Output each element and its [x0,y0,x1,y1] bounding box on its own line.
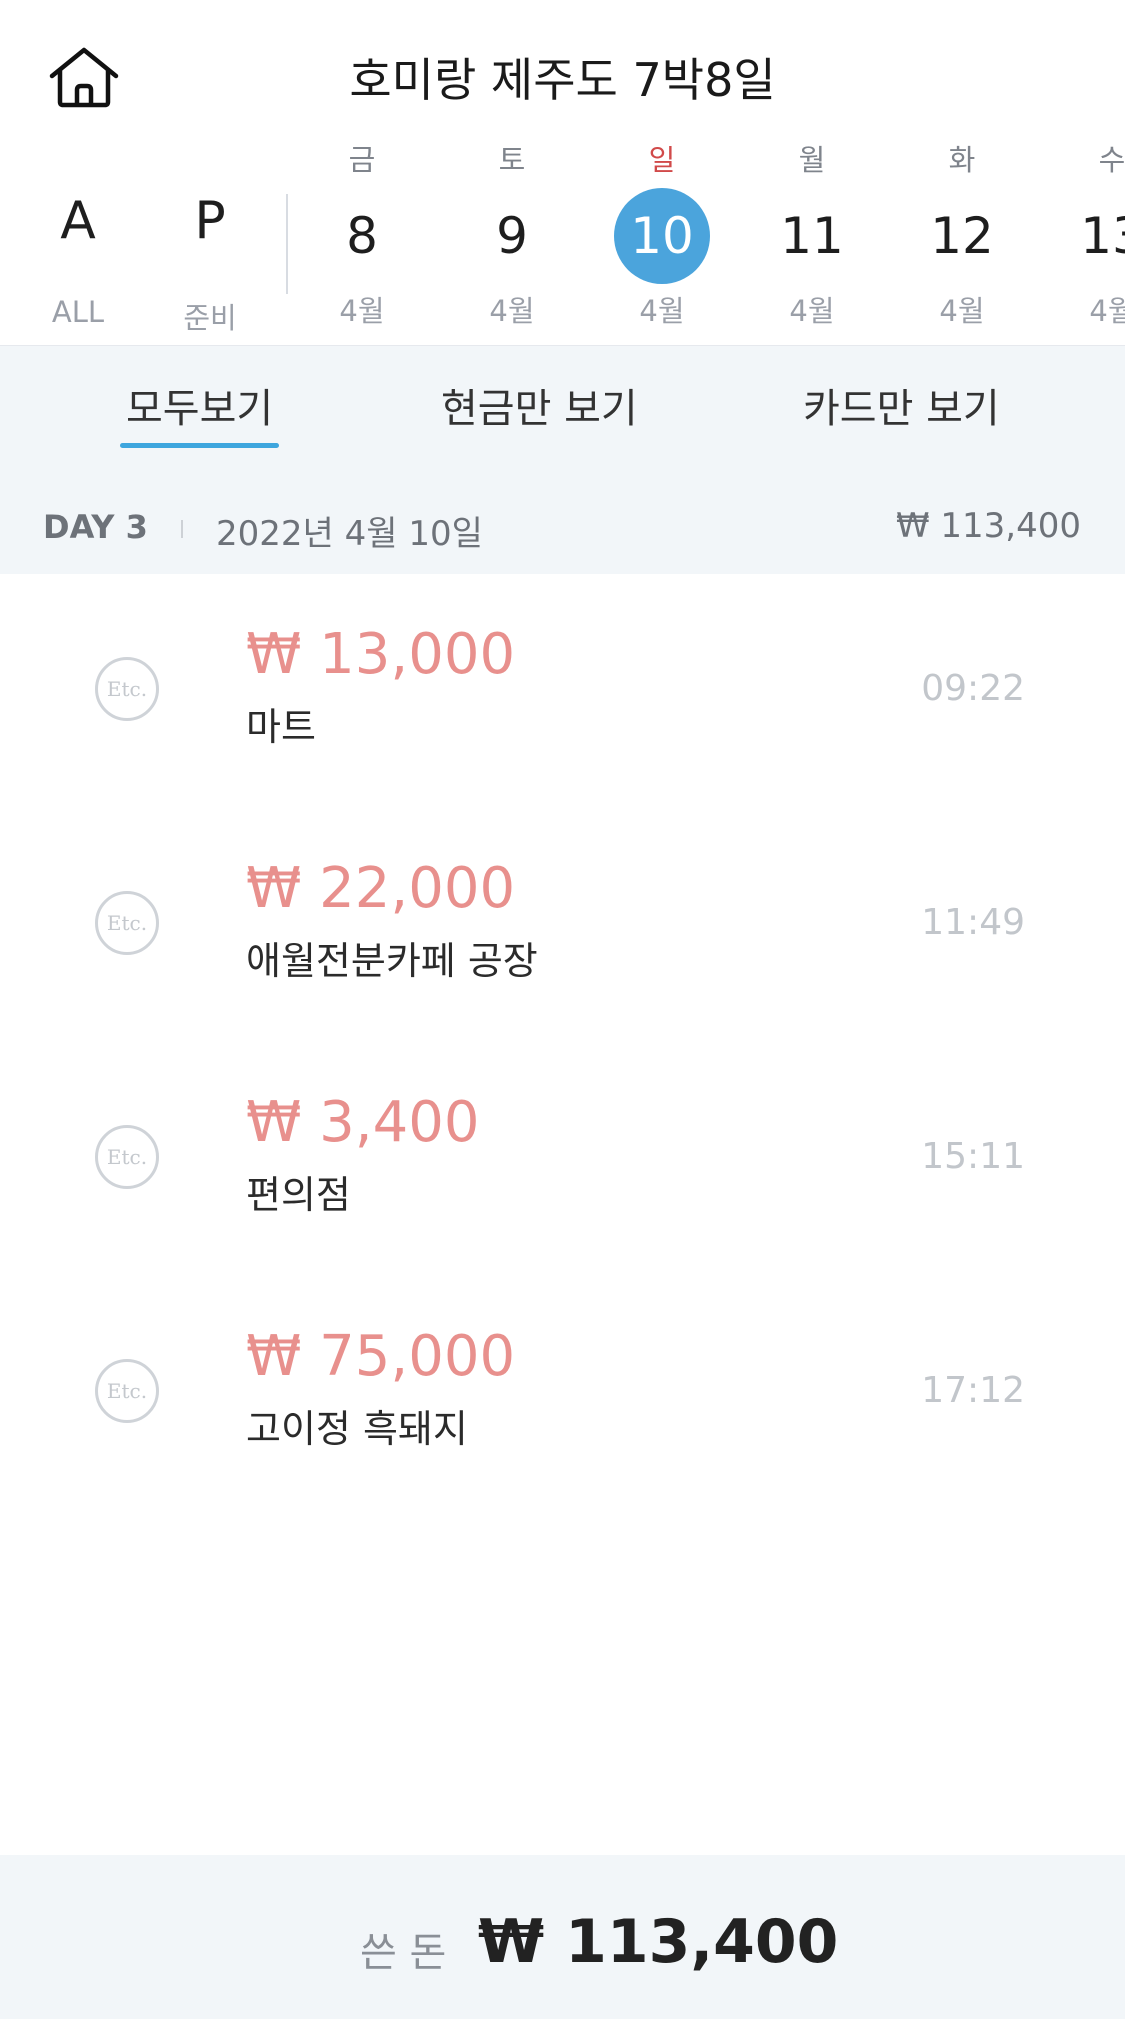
day-month: 4월 [939,294,985,328]
day-month: 4월 [639,294,685,328]
day-number: 10 [630,207,694,265]
day-number-wrap: 10 [614,188,710,284]
day-weekday: 토 [498,143,526,177]
spent-total: ₩ 113,400 [478,1907,839,1977]
day-item-10-selected[interactable]: 일 10 4월 [602,138,722,328]
day-weekday: 일 [648,143,676,177]
day-weekday: 화 [948,143,976,177]
day-label: DAY 3 [43,508,148,546]
expense-item[interactable]: Etc. ₩ 22,000 애월전분카페 공장 11:49 [0,836,1125,1016]
expense-place: 고이정 흑돼지 [246,1407,468,1451]
expense-place: 애월전분카페 공장 [246,939,538,983]
expense-item[interactable]: Etc. ₩ 13,000 마트 09:22 [0,602,1125,782]
day-number-wrap: 13 [1064,188,1125,284]
expense-item[interactable]: Etc. ₩ 75,000 고이정 흑돼지 17:12 [0,1304,1125,1484]
mode-all-letter: A [60,191,96,251]
day-item-13[interactable]: 수 13 4월 [1052,138,1125,338]
day-total: ₩ 113,400 [895,506,1081,546]
spent-label: 쓴 돈 [360,1930,447,1976]
day-item-9[interactable]: 토 9 4월 [452,138,572,328]
day-number-wrap: 8 [314,188,410,284]
mode-prep[interactable]: P 준비 [160,191,260,335]
filter-bar: 모두보기 현금만 보기 카드만 보기 [0,346,1125,478]
day-date: 2022년 4월 10일 [216,514,483,554]
expense-amount: ₩ 75,000 [246,1324,516,1389]
day-weekday: 금 [348,143,376,177]
tab-card-only[interactable]: 카드만 보기 [803,376,1000,446]
expense-item[interactable]: Etc. ₩ 3,400 편의점 15:11 [0,1070,1125,1250]
day-item-8[interactable]: 금 8 4월 [302,138,422,328]
day-number: 13 [1080,207,1125,265]
expense-amount: ₩ 13,000 [246,622,516,687]
day-number: 8 [346,207,378,265]
header: 호미랑 제주도 7박8일 A ALL P 준비 금 8 4월 토 9 4월 일 … [0,0,1125,346]
day-month: 4월 [789,294,835,328]
day-number: 9 [496,207,528,265]
expense-time: 15:11 [921,1136,1025,1177]
etc-category-icon: Etc. [95,891,159,955]
day-month: 4월 [489,294,535,328]
expense-time: 11:49 [921,902,1025,943]
spent-total-footer: 쓴 돈 ₩ 113,400 [0,1855,1125,2019]
day-weekday: 월 [798,143,826,177]
expense-place: 마트 [246,705,316,749]
day-summary-row: DAY 3 2022년 4월 10일 ₩ 113,400 [0,478,1125,574]
expense-time: 17:12 [921,1370,1025,1411]
day-item-11[interactable]: 월 11 4월 [752,138,872,328]
day-number: 11 [780,207,844,265]
day-weekday: 수 [1098,143,1125,177]
expense-place: 편의점 [246,1173,351,1217]
etc-category-icon: Etc. [95,1125,159,1189]
trip-title: 호미랑 제주도 7박8일 [349,53,776,107]
day-number-wrap: 12 [914,188,1010,284]
day-month: 4월 [339,294,385,328]
etc-category-icon: Etc. [95,1359,159,1423]
day-number: 12 [930,207,994,265]
tab-cash-only[interactable]: 현금만 보기 [441,376,638,446]
expense-amount: ₩ 22,000 [246,856,516,921]
mode-prep-label: 준비 [183,301,237,335]
tab-all[interactable]: 모두보기 [119,376,280,448]
divider [286,194,288,294]
day-item-12[interactable]: 화 12 4월 [902,138,1022,328]
expense-time: 09:22 [921,668,1025,709]
mode-all-label: ALL [51,295,105,329]
day-number-wrap: 9 [464,188,560,284]
day-number-wrap: 11 [764,188,860,284]
day-month: 4월 [1089,294,1125,328]
divider [181,520,183,538]
etc-category-icon: Etc. [95,657,159,721]
mode-prep-letter: P [194,191,226,251]
expense-amount: ₩ 3,400 [246,1090,480,1155]
mode-all[interactable]: A ALL [28,191,128,329]
